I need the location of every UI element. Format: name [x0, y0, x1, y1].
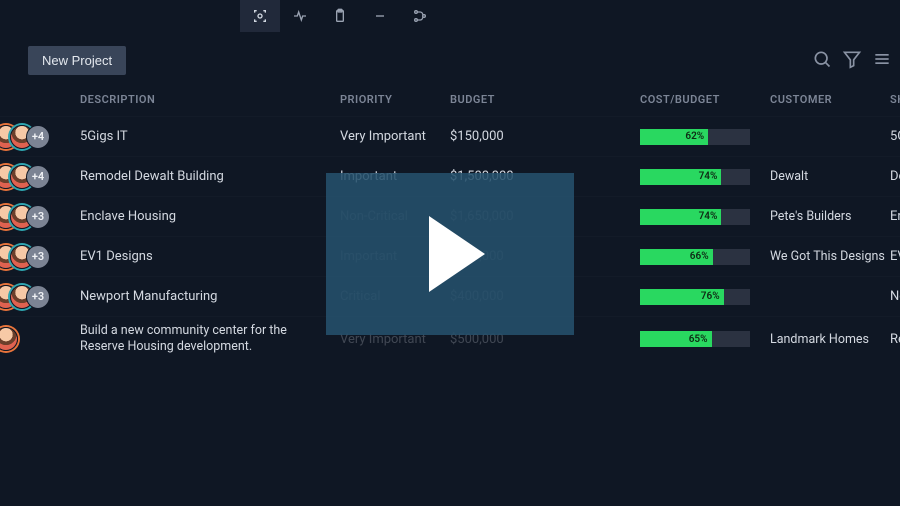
header-right-tools — [812, 49, 892, 73]
avatar-more-count[interactable]: +3 — [26, 245, 50, 269]
progress-fill: 62% — [640, 129, 708, 145]
avatar-more-count[interactable]: +4 — [26, 125, 50, 149]
progress-bar: 66% — [640, 249, 750, 265]
description-cell: 5Gigs IT — [80, 129, 340, 144]
cost-budget-cell: 76% — [640, 289, 770, 305]
top-toolbar — [0, 0, 900, 32]
col-cost-budget[interactable]: COST/BUDGET — [640, 93, 770, 106]
avatar-stack[interactable]: +3 — [0, 285, 80, 309]
progress-fill: 76% — [640, 289, 724, 305]
avatar-stack[interactable]: +3 — [0, 205, 80, 229]
customer-cell: We Got This Designs — [770, 249, 890, 264]
cost-budget-cell: 62% — [640, 129, 770, 145]
progress-bar: 65% — [640, 331, 750, 347]
priority-cell: Very Important — [340, 129, 450, 144]
video-play-overlay[interactable] — [326, 173, 574, 335]
cost-budget-cell: 66% — [640, 249, 770, 265]
customer-cell: Dewalt — [770, 169, 890, 184]
scan-icon[interactable] — [240, 0, 280, 32]
avatar-more-count[interactable]: +3 — [26, 285, 50, 309]
progress-fill: 66% — [640, 249, 713, 265]
avatar-stack[interactable]: +3 — [0, 245, 80, 269]
progress-bar: 74% — [640, 169, 750, 185]
cost-budget-cell: 74% — [640, 169, 770, 185]
progress-bar: 76% — [640, 289, 750, 305]
description-cell: Build a new community center for the Res… — [80, 317, 340, 362]
menu-icon[interactable] — [872, 49, 892, 73]
table-row[interactable]: +4 5Gigs ITVery Important$150,00062% 5G — [0, 116, 900, 156]
customer-cell: Landmark Homes — [770, 332, 890, 347]
col-budget[interactable]: BUDGET — [450, 93, 640, 106]
progress-fill: 65% — [640, 331, 712, 347]
clipboard-icon[interactable] — [320, 0, 360, 32]
progress-fill: 74% — [640, 169, 721, 185]
description-cell: Newport Manufacturing — [80, 289, 340, 304]
minus-icon[interactable] — [360, 0, 400, 32]
col-description[interactable]: DESCRIPTION — [0, 93, 80, 106]
budget-cell: $150,000 — [450, 129, 640, 144]
column-headers: DESCRIPTION PRIORITY BUDGET COST/BUDGET … — [0, 79, 900, 116]
avatar-more-count[interactable]: +4 — [26, 165, 50, 189]
sh-cell: EV — [890, 249, 900, 264]
col-sh[interactable]: SH — [890, 93, 900, 106]
search-icon[interactable] — [812, 49, 832, 73]
avatar-stack[interactable] — [0, 327, 80, 351]
sh-cell: 5G — [890, 129, 900, 144]
play-icon — [429, 216, 485, 292]
description-cell: EV1 Designs — [80, 249, 340, 264]
branch-icon[interactable] — [400, 0, 440, 32]
cost-budget-cell: 65% — [640, 331, 770, 347]
sh-cell: Re — [890, 332, 900, 347]
filter-icon[interactable] — [842, 49, 862, 73]
sh-cell: De — [890, 169, 900, 184]
description-cell: Remodel Dewalt Building — [80, 169, 340, 184]
cost-budget-cell: 74% — [640, 209, 770, 225]
col-customer[interactable]: CUSTOMER — [770, 93, 890, 106]
avatar-stack[interactable]: +4 — [0, 125, 80, 149]
sh-cell: Ne — [890, 289, 900, 304]
avatar-more-count[interactable]: +3 — [26, 205, 50, 229]
sh-cell: Er — [890, 209, 900, 224]
sub-header: New Project — [0, 32, 900, 79]
new-project-button[interactable]: New Project — [28, 46, 126, 75]
avatar — [0, 327, 18, 351]
progress-fill: 74% — [640, 209, 721, 225]
customer-cell: Pete's Builders — [770, 209, 890, 224]
progress-bar: 74% — [640, 209, 750, 225]
col-priority[interactable]: PRIORITY — [340, 93, 450, 106]
avatar-stack[interactable]: +4 — [0, 165, 80, 189]
progress-bar: 62% — [640, 129, 750, 145]
description-cell: Enclave Housing — [80, 209, 340, 224]
activity-icon[interactable] — [280, 0, 320, 32]
